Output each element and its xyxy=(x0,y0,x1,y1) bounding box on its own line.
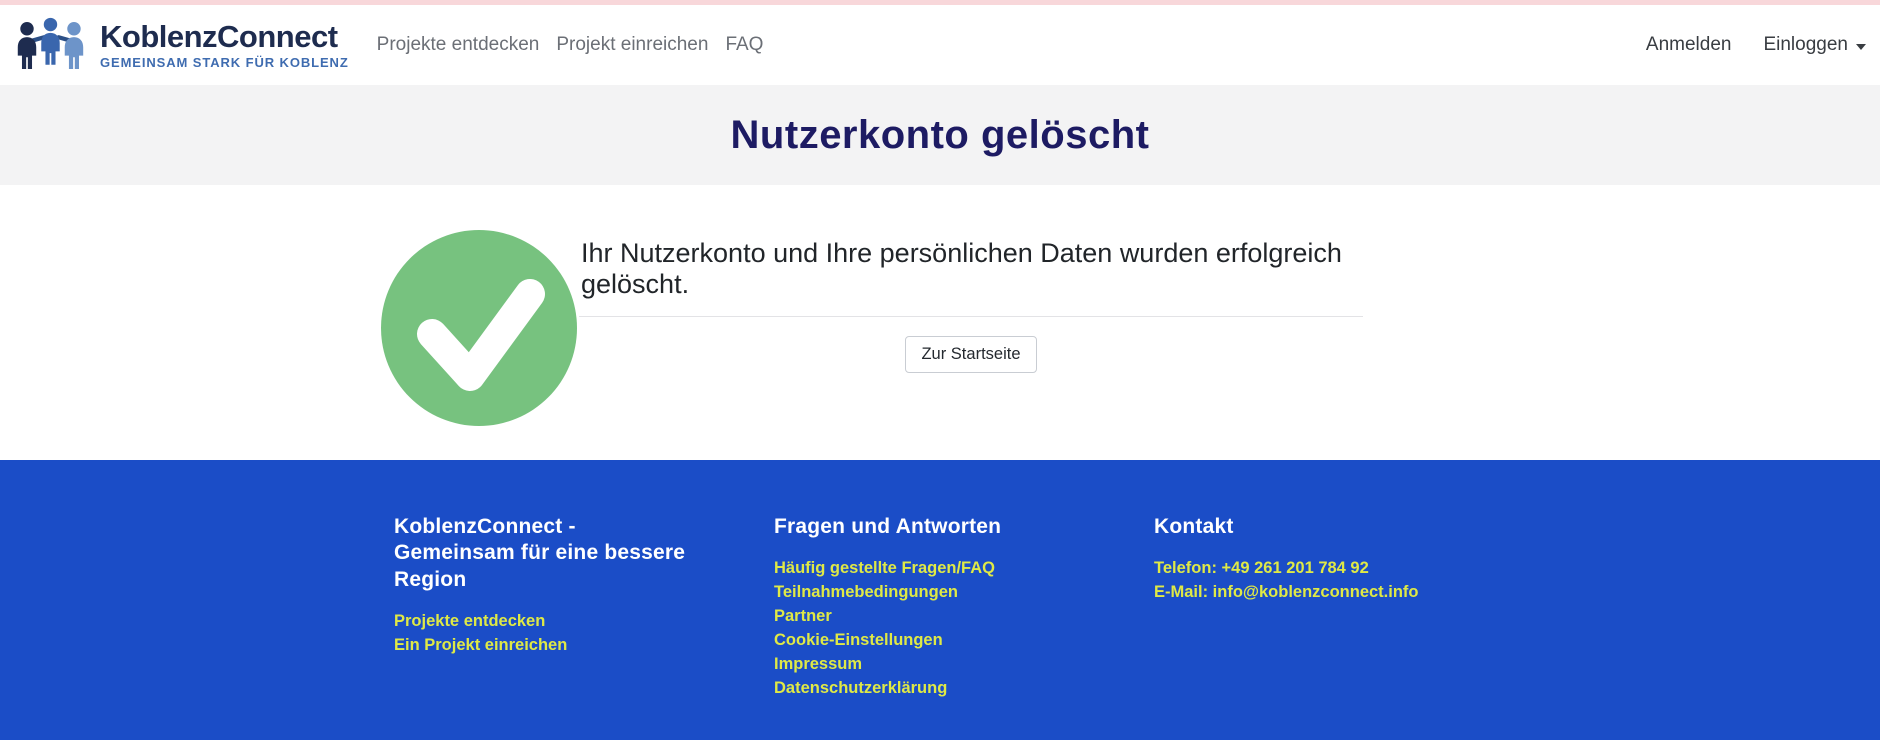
footer-link-haeufige-fragen[interactable]: Häufig gestellte Fragen/FAQ xyxy=(774,556,1106,580)
check-circle-icon xyxy=(381,230,577,426)
footer-link-telefon[interactable]: Telefon: +49 261 201 784 92 xyxy=(1154,556,1486,580)
caret-down-icon xyxy=(1856,44,1866,50)
brand-tagline: GEMEINSAM STARK FÜR KOBLENZ xyxy=(100,55,349,70)
nav-link-projekte-entdecken[interactable]: Projekte entdecken xyxy=(377,34,540,56)
footer-link-cookie-einstellungen[interactable]: Cookie-Einstellungen xyxy=(774,628,1106,652)
footer-link-datenschutzerklaerung[interactable]: Datenschutzerklärung xyxy=(774,676,1106,700)
footer-column-kontakt: Kontakt Telefon: +49 261 201 784 92 E-Ma… xyxy=(1130,514,1510,700)
people-group-icon xyxy=(16,17,90,74)
nav-link-projekt-einreichen[interactable]: Projekt einreichen xyxy=(556,34,708,56)
footer-link-teilnahmebedingungen[interactable]: Teilnahmebedingungen xyxy=(774,580,1106,604)
einloggen-dropdown[interactable]: Einloggen xyxy=(1763,34,1866,56)
brand-link[interactable]: KoblenzConnect GEMEINSAM STARK FÜR KOBLE… xyxy=(16,17,349,74)
footer-column-faq: Fragen und Antworten Häufig gestellte Fr… xyxy=(750,514,1130,700)
page-title-band: Nutzerkonto gelöscht xyxy=(0,85,1880,185)
footer: KoblenzConnect - Gemeinsam für eine bess… xyxy=(0,460,1880,740)
navbar-right: Anmelden Einloggen xyxy=(1646,34,1866,56)
footer-link-partner[interactable]: Partner xyxy=(774,604,1106,628)
brand-name: KoblenzConnect xyxy=(100,21,349,52)
footer-column-brand: KoblenzConnect - Gemeinsam für eine bess… xyxy=(370,514,750,700)
main-content: Ihr Nutzerkonto und Ihre persönlichen Da… xyxy=(0,185,1880,460)
page-title: Nutzerkonto gelöscht xyxy=(731,113,1150,158)
confirmation-message: Ihr Nutzerkonto und Ihre persönlichen Da… xyxy=(581,238,1363,300)
footer-heading-brand: KoblenzConnect - Gemeinsam für eine bess… xyxy=(394,514,694,593)
zur-startseite-button[interactable]: Zur Startseite xyxy=(905,336,1036,373)
einloggen-label: Einloggen xyxy=(1763,34,1848,56)
confirmation-panel: Ihr Nutzerkonto und Ihre persönlichen Da… xyxy=(579,230,1363,426)
footer-heading-kontakt: Kontakt xyxy=(1154,514,1454,540)
main-nav: Projekte entdecken Projekt einreichen FA… xyxy=(377,34,764,56)
anmelden-link[interactable]: Anmelden xyxy=(1646,34,1732,56)
footer-heading-faq: Fragen und Antworten xyxy=(774,514,1074,540)
footer-link-projekt-einreichen[interactable]: Ein Projekt einreichen xyxy=(394,633,726,657)
navbar: KoblenzConnect GEMEINSAM STARK FÜR KOBLE… xyxy=(0,5,1880,85)
footer-link-impressum[interactable]: Impressum xyxy=(774,652,1106,676)
divider xyxy=(579,316,1363,317)
nav-link-faq[interactable]: FAQ xyxy=(725,34,763,56)
footer-link-email[interactable]: E-Mail: info@koblenzconnect.info xyxy=(1154,580,1486,604)
footer-link-projekte-entdecken[interactable]: Projekte entdecken xyxy=(394,609,726,633)
